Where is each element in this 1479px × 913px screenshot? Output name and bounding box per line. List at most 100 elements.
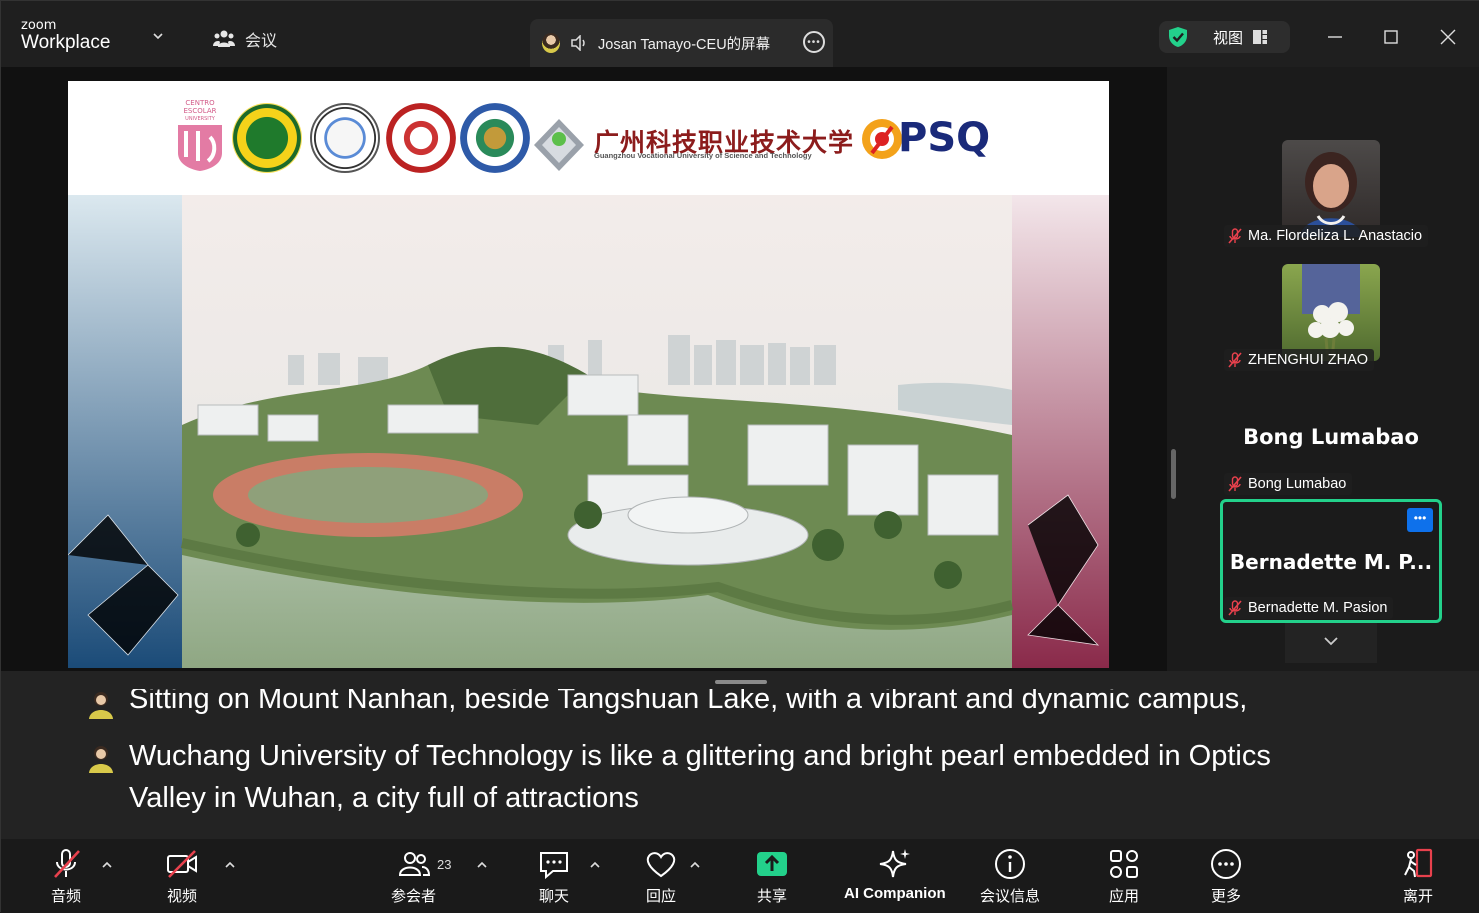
person-avatar-icon bbox=[1300, 152, 1362, 237]
participants-label: 参会者 bbox=[391, 888, 437, 905]
participant-name: ZHENGHUI ZHAO bbox=[1248, 352, 1369, 368]
participant-video-2[interactable] bbox=[1282, 264, 1380, 361]
caption-area: Sitting on Mount Nanhan, beside Tangshua… bbox=[1, 671, 1479, 839]
mic-muted-icon bbox=[1228, 352, 1242, 368]
meeting-button[interactable]: 会议 bbox=[213, 27, 277, 51]
speaker-avatar-icon bbox=[89, 692, 113, 719]
seal-1-icon bbox=[232, 103, 302, 173]
leave-icon bbox=[1404, 848, 1433, 878]
seal-3-icon bbox=[386, 103, 456, 173]
video-button[interactable]: 视频 bbox=[165, 847, 199, 906]
brand-workplace: Workplace bbox=[21, 32, 111, 53]
zoom-window: zoom Workplace 会议 Josan Tamayo-CEU的屏幕 ••… bbox=[0, 0, 1479, 913]
share-tab-label: Josan Tamayo-CEU的屏幕 bbox=[598, 36, 771, 53]
participant-video-1[interactable] bbox=[1282, 140, 1380, 237]
participant-name-tag-1: Ma. Flordeliza L. Anastacio bbox=[1224, 225, 1429, 247]
participants-button[interactable]: 参会者 bbox=[391, 847, 436, 906]
shield-check-icon bbox=[1169, 27, 1187, 47]
heart-icon bbox=[646, 852, 676, 878]
svg-text:UNIVERSITY: UNIVERSITY bbox=[185, 116, 216, 122]
participant-display-name-4: Bernadette M. P... bbox=[1229, 550, 1433, 574]
flowers-avatar-icon bbox=[1302, 264, 1360, 361]
shared-screen: CENTRO ESCOLAR UNIVERSITY 广州科技职业技术大学 Gua… bbox=[1, 67, 1176, 671]
meeting-info-label: 会议信息 bbox=[980, 888, 1041, 905]
audio-label: 音频 bbox=[50, 888, 81, 905]
leave-button[interactable]: 离开 bbox=[1401, 847, 1435, 906]
react-label: 回应 bbox=[645, 888, 676, 905]
meeting-info-button[interactable]: 会议信息 bbox=[980, 847, 1040, 906]
tile-more-icon[interactable]: ••• bbox=[1407, 508, 1433, 532]
panel-scroll-down-button[interactable] bbox=[1285, 623, 1377, 663]
participant-name-tag-2: ZHENGHUI ZHAO bbox=[1224, 349, 1375, 371]
participant-name-tag-4: Bernadette M. Pasion bbox=[1224, 597, 1394, 619]
close-icon[interactable] bbox=[1436, 25, 1460, 49]
participant-name: Bernadette M. Pasion bbox=[1248, 600, 1388, 616]
caption-line-2: Wuchang University of Technology is like… bbox=[129, 740, 1271, 814]
caption-resize-handle[interactable] bbox=[715, 680, 767, 684]
speaker-avatar-icon bbox=[89, 746, 113, 773]
share-button[interactable]: 共享 bbox=[755, 847, 789, 906]
more-icon[interactable]: ••• bbox=[803, 31, 825, 53]
minimize-icon[interactable] bbox=[1323, 25, 1347, 49]
more-icon bbox=[1211, 849, 1241, 879]
maximize-icon[interactable] bbox=[1379, 25, 1403, 49]
share-screen-icon bbox=[757, 852, 787, 876]
video-off-icon bbox=[167, 850, 197, 878]
participant-name: Bong Lumabao bbox=[1248, 476, 1347, 492]
participant-name-tag-3: Bong Lumabao bbox=[1224, 473, 1353, 495]
chevron-up-icon[interactable] bbox=[689, 859, 701, 871]
sharer-avatar bbox=[542, 33, 560, 53]
logo-row: CENTRO ESCOLAR UNIVERSITY 广州科技职业技术大学 Gua… bbox=[68, 81, 1109, 195]
meeting-label: 会议 bbox=[245, 33, 278, 50]
people-icon bbox=[213, 30, 235, 47]
participants-count: 23 bbox=[437, 857, 452, 872]
video-label: 视频 bbox=[166, 888, 197, 905]
ai-companion-button[interactable]: AI Companion bbox=[844, 847, 946, 902]
share-tab[interactable]: Josan Tamayo-CEU的屏幕 ••• bbox=[530, 19, 833, 67]
sparkle-icon bbox=[879, 849, 910, 878]
apps-label: 应用 bbox=[1108, 888, 1139, 905]
mic-muted-icon bbox=[1228, 228, 1242, 244]
university-name-en: Guangzhou Vocational University of Scien… bbox=[594, 151, 812, 160]
svg-text:ESCOLAR: ESCOLAR bbox=[184, 107, 217, 115]
apps-button[interactable]: 应用 bbox=[1107, 847, 1141, 906]
more-button[interactable]: 更多 bbox=[1209, 847, 1243, 906]
diamond-logo-icon bbox=[534, 119, 584, 171]
chat-button[interactable]: 聊天 bbox=[537, 847, 571, 906]
title-bar: zoom Workplace 会议 Josan Tamayo-CEU的屏幕 ••… bbox=[1, 1, 1479, 67]
chat-icon bbox=[540, 852, 568, 880]
view-button[interactable]: 视图 bbox=[1159, 21, 1290, 53]
svg-text:CENTRO: CENTRO bbox=[185, 99, 215, 107]
view-label: 视图 bbox=[1213, 29, 1244, 47]
audio-button[interactable]: 音频 bbox=[49, 847, 83, 906]
presentation-slide: CENTRO ESCOLAR UNIVERSITY 广州科技职业技术大学 Gua… bbox=[68, 81, 1109, 668]
brand-zoom: zoom bbox=[21, 18, 57, 33]
apps-icon bbox=[1110, 850, 1138, 878]
mic-muted-icon bbox=[1228, 476, 1242, 492]
chevron-up-icon[interactable] bbox=[589, 859, 601, 871]
react-button[interactable]: 回应 bbox=[644, 847, 678, 906]
chat-label: 聊天 bbox=[538, 888, 569, 905]
participant-display-name-3: Bong Lumabao bbox=[1243, 425, 1419, 449]
psq-logo-icon: PSQ bbox=[862, 115, 990, 161]
vertical-splitter[interactable] bbox=[1171, 449, 1176, 499]
chevron-up-icon[interactable] bbox=[101, 859, 113, 871]
chevron-up-icon[interactable] bbox=[476, 859, 488, 871]
zoom-brand[interactable]: zoom Workplace bbox=[21, 19, 110, 54]
speaker-icon bbox=[571, 35, 585, 51]
chevron-down-icon bbox=[1324, 637, 1338, 646]
mic-muted-icon bbox=[54, 849, 80, 878]
leave-label: 离开 bbox=[1402, 888, 1433, 905]
campus-photo bbox=[68, 195, 1109, 668]
ceu-logo-icon: CENTRO ESCOLAR UNIVERSITY bbox=[178, 99, 222, 171]
svg-text:PSQ: PSQ bbox=[898, 115, 990, 161]
layout-icon bbox=[1253, 30, 1268, 44]
participants-icon bbox=[398, 852, 430, 876]
seal-2-icon bbox=[310, 103, 380, 173]
chevron-up-icon[interactable] bbox=[224, 859, 236, 871]
meeting-toolbar: 音频 视频 参会者 23 聊天 回应 共享 AI Companion 会议信息 … bbox=[1, 839, 1479, 913]
chevron-down-icon[interactable] bbox=[153, 31, 163, 41]
info-icon bbox=[995, 849, 1025, 879]
caption-line-1: Sitting on Mount Nanhan, beside Tangshua… bbox=[129, 689, 1248, 715]
participant-name: Ma. Flordeliza L. Anastacio bbox=[1248, 228, 1423, 244]
